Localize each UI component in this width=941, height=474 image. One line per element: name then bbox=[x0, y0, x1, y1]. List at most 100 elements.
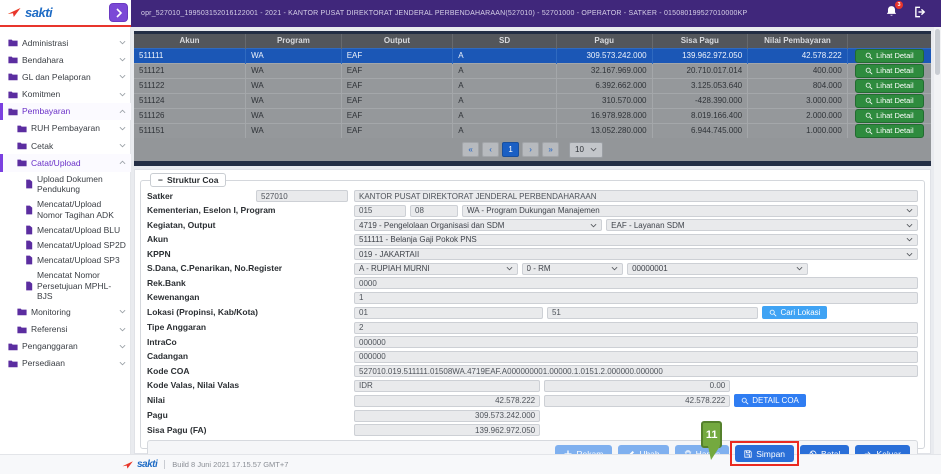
search-icon bbox=[865, 52, 873, 60]
akun-select[interactable]: 511111 - Belanja Gaji Pokok PNS bbox=[354, 234, 918, 246]
next-page-button[interactable]: › bbox=[522, 142, 539, 157]
sidebar-item-upload-dokumen-pendukung[interactable]: Upload Dokumen Pendukung bbox=[0, 172, 131, 197]
sidebar-item-persediaan[interactable]: Persediaan bbox=[0, 355, 131, 372]
sidebar-item-label: Penganggaran bbox=[22, 341, 115, 351]
file-icon bbox=[25, 281, 33, 291]
sidebar-item-mencatat-nomor-persetujuan-mphl-bjs[interactable]: Mencatat Nomor Persetujuan MPHL-BJS bbox=[0, 268, 131, 304]
field-label: KPPN bbox=[147, 250, 171, 259]
sumber-dana-select[interactable]: A - RUPIAH MURNI bbox=[354, 263, 518, 275]
chevron-down-icon bbox=[590, 147, 597, 152]
nilai-valas-input[interactable] bbox=[544, 380, 730, 392]
col-header-sd: SD bbox=[453, 34, 557, 48]
sidebar-item-mencatat-upload-sp3[interactable]: Mencatat/Upload SP3 bbox=[0, 253, 131, 268]
last-page-button[interactable]: » bbox=[542, 142, 559, 157]
table-row[interactable]: 511124 WA EAF A 310.570.000 -428.390.000… bbox=[134, 93, 931, 108]
chevron-down-icon bbox=[611, 266, 618, 271]
cari-lokasi-button[interactable]: Cari Lokasi bbox=[762, 306, 827, 319]
file-icon bbox=[25, 240, 33, 250]
sidebar-item-cetak[interactable]: Cetak bbox=[0, 137, 131, 154]
satker-name-input[interactable] bbox=[354, 190, 918, 202]
kode-coa-input[interactable] bbox=[354, 365, 918, 377]
sisa-pagu-input[interactable] bbox=[354, 424, 540, 436]
lihat-detail-button[interactable]: Lihat Detail bbox=[855, 124, 924, 138]
first-page-button[interactable]: « bbox=[462, 142, 479, 157]
collapse-icon[interactable]: − bbox=[158, 175, 163, 185]
sidebar-item-penganggaran[interactable]: Penganggaran bbox=[0, 338, 131, 355]
simpan-button[interactable]: Simpan bbox=[735, 445, 794, 462]
sidebar-item-bendahara[interactable]: Bendahara bbox=[0, 51, 131, 68]
satker-code-input[interactable] bbox=[256, 190, 348, 202]
nilai-input-1[interactable] bbox=[354, 395, 540, 407]
logout-button[interactable] bbox=[914, 5, 927, 23]
page-size-select[interactable]: 10 bbox=[569, 142, 603, 158]
program-select[interactable]: WA - Program Dukungan Manajemen bbox=[462, 205, 918, 217]
cara-penarikan-select[interactable]: 0 - RM bbox=[522, 263, 624, 275]
pagu-input[interactable] bbox=[354, 410, 540, 422]
col-header-akun: Akun bbox=[134, 34, 246, 48]
tipe-anggaran-input[interactable] bbox=[354, 322, 918, 334]
sidebar-item-pembayaran[interactable]: Pembayaran bbox=[0, 103, 131, 120]
sidebar-item-ruh-pembayaran[interactable]: RUH Pembayaran bbox=[0, 120, 131, 137]
kode-valas-input[interactable] bbox=[354, 380, 540, 392]
lihat-detail-button[interactable]: Lihat Detail bbox=[855, 64, 924, 78]
search-icon bbox=[865, 82, 873, 90]
no-register-select[interactable]: 00000001 bbox=[627, 263, 807, 275]
detail-coa-button[interactable]: DETAIL COA bbox=[734, 394, 806, 407]
scrollbar-thumb[interactable] bbox=[935, 29, 940, 75]
lihat-detail-button[interactable]: Lihat Detail bbox=[855, 109, 924, 123]
kppn-select[interactable]: 019 - JAKARTAII bbox=[354, 248, 918, 260]
sidebar-nav: Administrasi Bendahara GL dan Pelaporan … bbox=[0, 27, 131, 454]
sidebar-item-catat-upload[interactable]: Catat/Upload bbox=[0, 154, 131, 171]
prev-page-button[interactable]: ‹ bbox=[482, 142, 499, 157]
sidebar-item-referensi[interactable]: Referensi bbox=[0, 321, 131, 338]
build-info: Build 8 Juni 2021 17.15.57 GMT+7 bbox=[164, 460, 288, 469]
table-row[interactable]: 511126 WA EAF A 16.978.928.000 8.019.166… bbox=[134, 108, 931, 123]
cell-sd: A bbox=[453, 78, 557, 93]
prev-page-icon: ‹ bbox=[489, 145, 492, 154]
table-row[interactable]: 511122 WA EAF A 6.392.662.000 3.125.053.… bbox=[134, 78, 931, 93]
sidebar-item-mencatat-upload-blu[interactable]: Mencatat/Upload BLU bbox=[0, 222, 131, 237]
notification-bell-button[interactable]: 3 bbox=[885, 5, 898, 23]
field-label: IntraCo bbox=[147, 338, 177, 347]
kabkota-input[interactable] bbox=[547, 307, 759, 319]
sidebar-item-mencatat-upload-nomor-tagihan-adk[interactable]: Mencatat/Upload Nomor Tagihan ADK bbox=[0, 197, 131, 222]
kementerian-input[interactable] bbox=[354, 205, 406, 217]
vertical-scrollbar[interactable] bbox=[934, 27, 941, 454]
field-label: Rek.Bank bbox=[147, 279, 186, 288]
output-select[interactable]: EAF - Layanan SDM bbox=[606, 219, 918, 231]
table-row[interactable]: 511121 WA EAF A 32.167.969.000 20.710.01… bbox=[134, 63, 931, 78]
footer-logo-text: sakti bbox=[137, 459, 157, 470]
cell-program: WA bbox=[246, 123, 342, 138]
sidebar-item-administrasi[interactable]: Administrasi bbox=[0, 34, 131, 51]
kegiatan-select[interactable]: 4719 - Pengelolaan Organisasi dan SDM bbox=[354, 219, 602, 231]
sakti-logo-icon bbox=[7, 6, 22, 19]
current-page-button[interactable]: 1 bbox=[502, 142, 519, 157]
intraco-input[interactable] bbox=[354, 336, 918, 348]
cell-akun: 511126 bbox=[134, 108, 246, 123]
cell-program: WA bbox=[246, 93, 342, 108]
sidebar-item-label: Komitmen bbox=[22, 89, 115, 99]
cell-nilai: 42.578.222 bbox=[748, 48, 848, 63]
sidebar-toggle-button[interactable] bbox=[109, 3, 128, 22]
table-row[interactable]: 511111 WA EAF A 309.573.242.000 139.962.… bbox=[134, 48, 931, 63]
sidebar-item-mencatat-upload-sp2d[interactable]: Mencatat/Upload SP2D bbox=[0, 237, 131, 252]
rek-bank-input[interactable] bbox=[354, 277, 918, 289]
kewenangan-input[interactable] bbox=[354, 292, 918, 304]
chevron-down-icon bbox=[119, 92, 126, 97]
sidebar-item-gl-dan-pelaporan[interactable]: GL dan Pelaporan bbox=[0, 68, 131, 85]
lihat-detail-button[interactable]: Lihat Detail bbox=[855, 49, 924, 63]
lihat-detail-button[interactable]: Lihat Detail bbox=[855, 79, 924, 93]
propinsi-input[interactable] bbox=[354, 307, 543, 319]
sidebar-item-monitoring[interactable]: Monitoring bbox=[0, 303, 131, 320]
eselon-input[interactable] bbox=[410, 205, 458, 217]
folder-icon bbox=[8, 55, 18, 64]
sidebar-item-komitmen[interactable]: Komitmen bbox=[0, 86, 131, 103]
nilai-input-2[interactable] bbox=[544, 395, 730, 407]
step-annotation-callout: 11 bbox=[701, 421, 722, 448]
lihat-detail-button[interactable]: Lihat Detail bbox=[855, 94, 924, 108]
form-row-sisa-pagu: Sisa Pagu (FA) bbox=[147, 424, 918, 436]
main-content: Akun Program Output SD Pagu Sisa Pagu Ni… bbox=[131, 27, 934, 454]
cadangan-input[interactable] bbox=[354, 351, 918, 363]
table-row[interactable]: 511151 WA EAF A 13.052.280.000 6.944.745… bbox=[134, 123, 931, 138]
chevron-down-icon bbox=[119, 309, 126, 314]
